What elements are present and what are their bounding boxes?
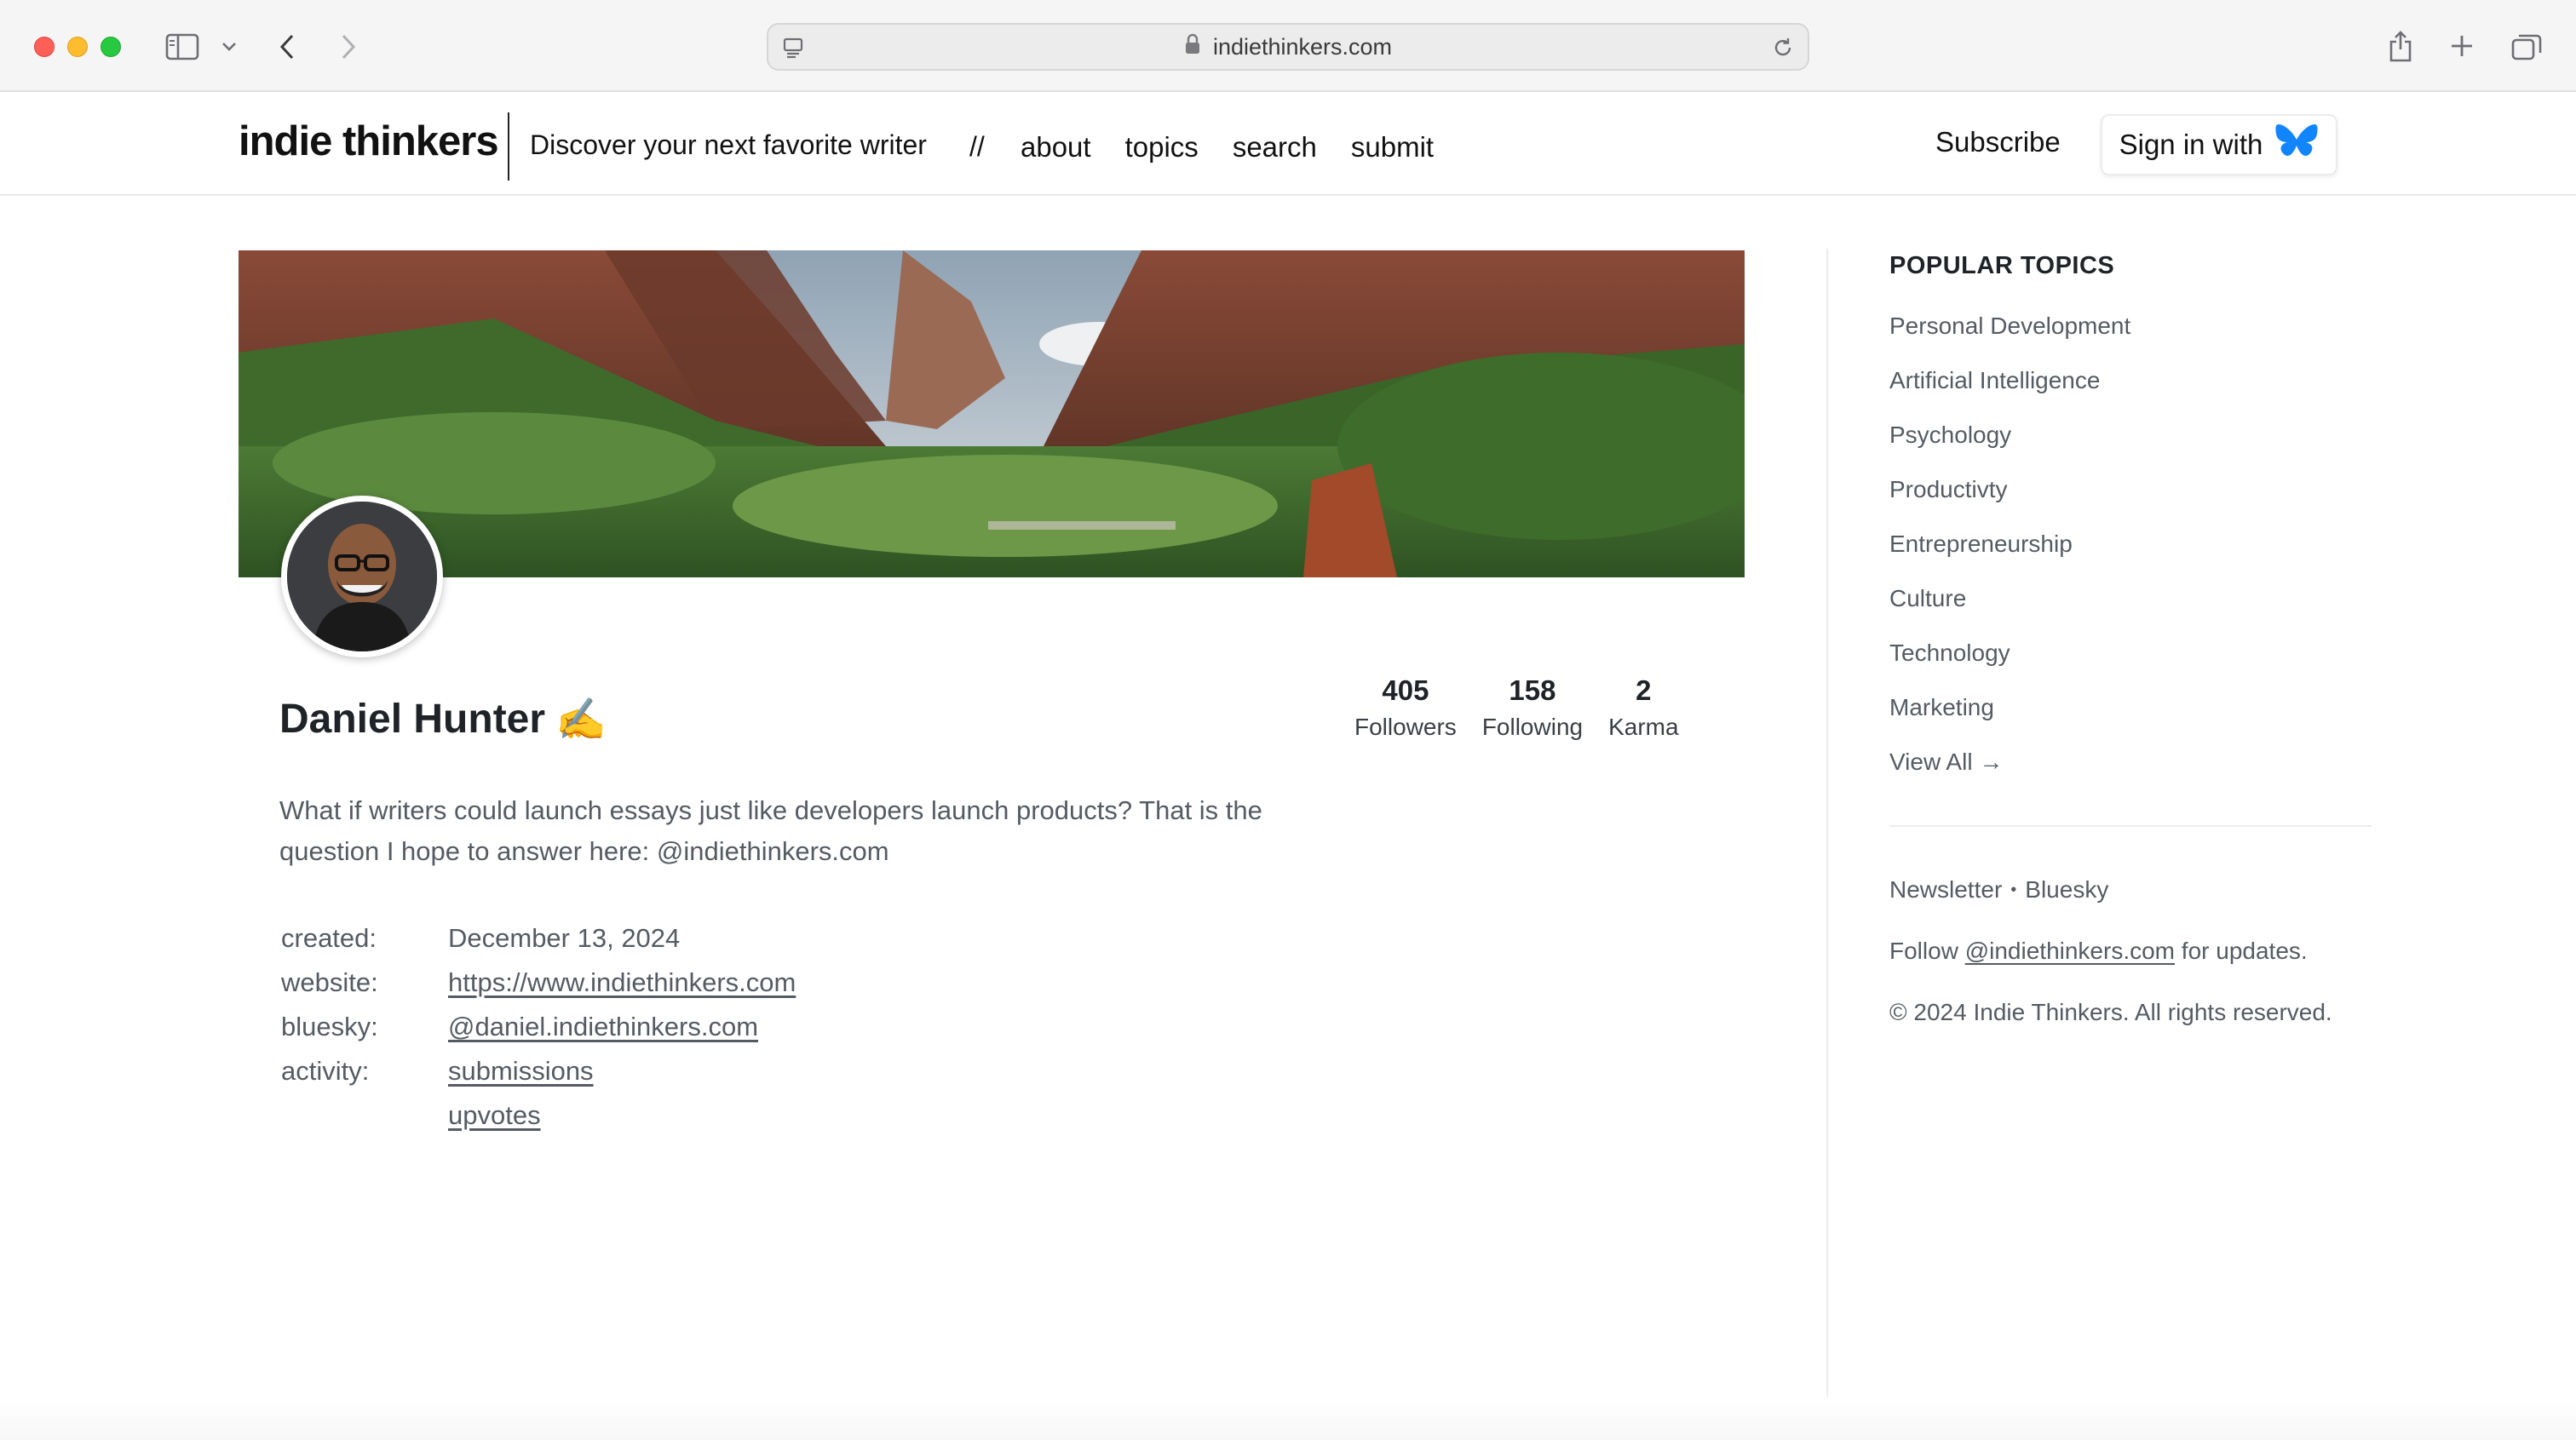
topic-list: Personal Development Artificial Intellig… <box>1889 299 2372 789</box>
follow-handle-link[interactable]: @indiethinkers.com <box>1965 938 2175 965</box>
followers-stat[interactable]: 405 Followers <box>1354 674 1457 741</box>
sidebar: POPULAR TOPICS Personal Development Arti… <box>1889 252 2372 1043</box>
follow-line: Follow @indiethinkers.com for updates. <box>1889 921 2372 982</box>
sidebar-toggle-icon[interactable] <box>164 31 201 63</box>
nav-link-about[interactable]: about <box>1021 131 1091 164</box>
following-count: 158 <box>1509 674 1556 706</box>
topic-link-culture[interactable]: Culture <box>1889 585 1966 612</box>
topic-link-psychology[interactable]: Psychology <box>1889 422 2011 449</box>
list-item: Marketing <box>1889 680 2372 735</box>
created-label: created: <box>281 923 377 953</box>
site-tagline: Discover your next favorite writer <box>530 129 927 160</box>
list-item: Technology <box>1889 626 2372 680</box>
activity-label: activity: <box>281 1056 370 1086</box>
chevron-down-icon[interactable] <box>220 37 239 56</box>
sidebar-rule <box>1889 825 2372 827</box>
browser-toolbar: indiethinkers.com <box>0 0 2576 92</box>
view-all-topics-link[interactable]: View All → <box>1889 749 2003 776</box>
sign-in-label: Sign in with <box>2119 129 2263 160</box>
copyright-text: © 2024 Indie Thinkers. All rights reserv… <box>1889 999 2332 1025</box>
topic-link-marketing[interactable]: Marketing <box>1889 694 1994 721</box>
list-item: View All → <box>1889 735 2372 789</box>
list-item: Productivty <box>1889 462 2372 517</box>
new-tab-icon[interactable] <box>2447 31 2477 61</box>
url-text: indiethinkers.com <box>1212 33 1393 60</box>
created-date: December 13, 2024 <box>448 923 681 953</box>
followers-count: 405 <box>1382 674 1429 706</box>
nav-link-submit[interactable]: submit <box>1351 131 1434 164</box>
sign-in-with-bluesky-button[interactable]: Sign in with <box>2101 114 2337 175</box>
popular-topics-heading: POPULAR TOPICS <box>1889 252 2115 279</box>
share-icon[interactable] <box>2383 27 2418 65</box>
site-logo[interactable]: indie thinkers <box>239 118 499 165</box>
close-window-button[interactable] <box>34 37 55 57</box>
tab-overview-icon[interactable] <box>2510 31 2544 63</box>
topic-link-artificial-intelligence[interactable]: Artificial Intelligence <box>1889 367 2100 394</box>
website-link[interactable]: https://www.indiethinkers.com <box>448 967 796 997</box>
main-nav: about topics search submit <box>1021 131 1434 164</box>
submissions-link[interactable]: submissions <box>448 1053 594 1090</box>
bluesky-label: bluesky: <box>281 1012 378 1041</box>
upvotes-link[interactable]: upvotes <box>448 1097 594 1134</box>
profile-stats: 405 Followers 158 Following 2 Karma <box>1354 674 1679 741</box>
footer-dot: • <box>2010 880 2017 899</box>
topic-link-personal-development[interactable]: Personal Development <box>1889 313 2130 340</box>
site-header: indie thinkers Discover your next favori… <box>0 94 2576 196</box>
newsletter-link[interactable]: Newsletter <box>1889 876 2002 904</box>
bluesky-handle-link[interactable]: @daniel.indiethinkers.com <box>448 1012 758 1041</box>
forward-icon[interactable] <box>336 31 361 63</box>
zoom-window-button[interactable] <box>101 37 121 57</box>
karma-label: Karma <box>1608 714 1679 740</box>
bluesky-footer-link[interactable]: Bluesky <box>2025 876 2108 904</box>
list-item: Psychology <box>1889 408 2372 462</box>
profile-avatar <box>281 496 443 657</box>
back-icon[interactable] <box>274 31 300 63</box>
topic-link-technology[interactable]: Technology <box>1889 640 2010 667</box>
page-bottom-fade <box>0 1397 2576 1440</box>
list-item: Entrepreneurship <box>1889 517 2372 571</box>
lock-icon <box>1184 33 1201 61</box>
topic-link-entrepreneurship[interactable]: Entrepreneurship <box>1889 531 2073 558</box>
writing-hand-icon: ✍️ <box>555 697 607 743</box>
sidebar-divider <box>1826 249 1828 1440</box>
footer-links: Newsletter • Bluesky <box>1889 859 2372 921</box>
profile-bio: What if writers could launch essays just… <box>279 795 1262 866</box>
karma-stat: 2 Karma <box>1608 674 1678 741</box>
header-divider <box>508 112 509 181</box>
profile-name: Daniel Hunter <box>279 697 546 742</box>
list-item: Culture <box>1889 571 2372 626</box>
nav-separator: // <box>969 131 985 162</box>
bluesky-butterfly-icon <box>2274 122 2319 168</box>
profile-name-heading: Daniel Hunter ✍️ <box>279 695 607 743</box>
profile-banner-image <box>239 250 1745 577</box>
subscribe-link[interactable]: Subscribe <box>1935 126 2061 158</box>
followers-label: Followers <box>1354 714 1457 740</box>
list-item: Artificial Intelligence <box>1889 353 2372 408</box>
nav-link-search[interactable]: search <box>1233 131 1317 164</box>
list-item: Personal Development <box>1889 299 2372 353</box>
website-label: website: <box>281 967 378 997</box>
karma-count: 2 <box>1636 674 1652 706</box>
follow-prefix: Follow <box>1889 938 1958 964</box>
address-bar[interactable]: indiethinkers.com <box>767 23 1809 71</box>
minimize-window-button[interactable] <box>67 37 88 57</box>
following-label: Following <box>1481 714 1584 740</box>
profile-meta: created: December 13, 2024 website: http… <box>281 916 796 1134</box>
topic-link-productivity[interactable]: Productivty <box>1889 476 2008 503</box>
reload-icon[interactable] <box>1770 35 1796 60</box>
nav-link-topics[interactable]: topics <box>1125 131 1199 164</box>
follow-suffix: for updates. <box>2181 938 2308 964</box>
following-stat[interactable]: 158 Following <box>1482 674 1583 741</box>
